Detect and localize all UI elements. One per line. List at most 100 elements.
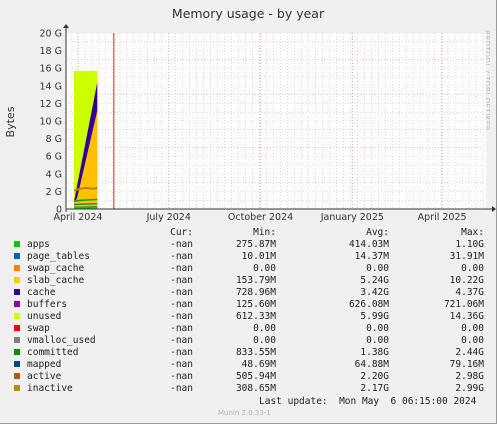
legend-avg-value: 3.42G <box>360 287 389 298</box>
legend-row-buffers: buffers -nan 125.60M 626.08M 721.06M <box>0 299 497 311</box>
legend-header-min: Min: <box>253 227 276 238</box>
legend-min-value: 275.87M <box>235 239 276 250</box>
legend-swatch <box>14 265 20 271</box>
legend-max-value: 1.10G <box>455 239 484 250</box>
legend-row-mapped: mapped -nan 48.69M 64.88M 79.16M <box>0 359 497 371</box>
legend-series-name: unused <box>27 311 62 322</box>
y-tick-label: 16 G <box>40 64 62 75</box>
legend-min-value: 728.96M <box>235 287 276 298</box>
x-tick-label: October 2024 <box>228 212 293 223</box>
x-tick-label: January 2025 <box>320 212 384 223</box>
y-tick-label: 8 G <box>46 134 62 145</box>
legend-avg-value: 2.20G <box>360 371 389 382</box>
legend-series-name: slab_cache <box>27 275 85 286</box>
legend-header-row: Cur: Min: Avg: Max: <box>0 227 497 239</box>
legend-cur-value: -nan <box>170 371 193 382</box>
legend-series-name: vmalloc_used <box>27 335 96 346</box>
legend-min-value: 612.33M <box>235 311 276 322</box>
legend-swatch <box>14 289 20 295</box>
legend-swatch <box>14 277 20 283</box>
y-tick-label: 2 G <box>46 187 62 198</box>
legend-max-value: 14.36G <box>449 311 484 322</box>
y-tick-label: 20 G <box>40 29 62 40</box>
y-axis-label: Bytes <box>4 106 17 137</box>
last-update-text: Last update: Mon May 6 06:15:00 2024 <box>259 396 477 407</box>
legend-series-name: apps <box>27 239 50 250</box>
legend-max-value: 2.99G <box>455 383 484 394</box>
legend-swatch <box>14 373 20 379</box>
legend-swatch <box>14 253 20 259</box>
legend-cur-value: -nan <box>170 323 193 334</box>
legend-min-value: 0.00 <box>253 335 276 346</box>
legend-avg-value: 64.88M <box>354 359 389 370</box>
legend-row-unused: unused -nan 612.33M 5.99G 14.36G <box>0 311 497 323</box>
x-tick-labels: April 2024 July 2024 October 2024 January 2… <box>54 212 467 223</box>
legend-header-avg: Avg: <box>366 227 389 238</box>
legend-header-max: Max: <box>461 227 484 238</box>
legend-swatch <box>14 361 20 367</box>
legend-row-active: active -nan 505.94M 2.20G 2.98G <box>0 371 497 383</box>
legend-table: Cur: Min: Avg: Max: apps -nan 275.87M 414.0… <box>0 227 497 397</box>
x-axis-arrow <box>492 206 496 212</box>
legend-row-inactive: inactive -nan 308.65M 2.17G 2.99G <box>0 383 497 395</box>
legend-cur-value: -nan <box>170 383 193 394</box>
legend-row-vmalloc_used: vmalloc_used -nan 0.00 0.00 0.00 <box>0 335 497 347</box>
munin-version-text: Munin 2.0.33-1 <box>218 409 271 417</box>
legend-cur-value: -nan <box>170 263 193 274</box>
legend-row-swap: swap -nan 0.00 0.00 0.00 <box>0 323 497 335</box>
legend-row-slab_cache: slab_cache -nan 153.79M 5.24G 10.22G <box>0 275 497 287</box>
legend-cur-value: -nan <box>170 335 193 346</box>
legend-avg-value: 14.37M <box>354 251 389 262</box>
legend-row-apps: apps -nan 275.87M 414.03M 1.10G <box>0 239 497 251</box>
x-tick-label: April 2024 <box>54 212 103 223</box>
legend-series-name: committed <box>27 347 79 358</box>
legend-avg-value: 626.08M <box>348 299 389 310</box>
x-tick-label: April 2025 <box>418 212 467 223</box>
y-tick-label: 6 G <box>46 152 62 163</box>
legend-series-name: inactive <box>27 383 73 394</box>
y-tick-labels: 02 G4 G6 G8 G10 G12 G14 G16 G18 G20 G <box>40 29 62 216</box>
legend-swatch <box>14 241 20 247</box>
legend-row-cache: cache -nan 728.96M 3.42G 4.37G <box>0 287 497 299</box>
legend-cur-value: -nan <box>170 287 193 298</box>
legend-min-value: 10.01M <box>241 251 276 262</box>
legend-max-value: 0.00 <box>461 335 484 346</box>
legend-max-value: 2.44G <box>455 347 484 358</box>
legend-swatch <box>14 325 20 331</box>
legend-avg-value: 0.00 <box>366 323 389 334</box>
legend-max-value: 31.91M <box>449 251 484 262</box>
legend-min-value: 833.55M <box>235 347 276 358</box>
legend-cur-value: -nan <box>170 275 193 286</box>
legend-min-value: 0.00 <box>253 323 276 334</box>
legend-min-value: 48.69M <box>241 359 276 370</box>
legend-min-value: 308.65M <box>235 383 276 394</box>
x-tick-label: July 2024 <box>146 212 191 223</box>
legend-cur-value: -nan <box>170 359 193 370</box>
legend-series-name: buffers <box>27 299 68 310</box>
legend-cur-value: -nan <box>170 251 193 262</box>
legend-series-name: cache <box>27 287 56 298</box>
legend-series-name: page_tables <box>27 251 90 262</box>
legend-row-page_tables: page_tables -nan 10.01M 14.37M 31.91M <box>0 251 497 263</box>
legend-swatch <box>14 337 20 343</box>
chart-title: Memory usage - by year <box>172 6 325 21</box>
y-tick-label: 10 G <box>40 117 62 128</box>
y-tick-label: 4 G <box>46 169 62 180</box>
legend-avg-value: 0.00 <box>366 335 389 346</box>
y-tick-label: 18 G <box>40 46 62 57</box>
legend-min-value: 0.00 <box>253 263 276 274</box>
legend-max-value: 2.98G <box>455 371 484 382</box>
legend-avg-value: 2.17G <box>360 383 389 394</box>
legend-min-value: 153.79M <box>235 275 276 286</box>
legend-swatch <box>14 313 20 319</box>
grid-lines <box>66 32 486 210</box>
legend-avg-value: 5.24G <box>360 275 389 286</box>
legend-max-value: 0.00 <box>461 263 484 274</box>
legend-series-name: mapped <box>27 359 62 370</box>
legend-row-swap_cache: swap_cache -nan 0.00 0.00 0.00 <box>0 263 497 275</box>
legend-swatch <box>14 301 20 307</box>
legend-min-value: 125.60M <box>235 299 276 310</box>
legend-cur-value: -nan <box>170 239 193 250</box>
legend-max-value: 4.37G <box>455 287 484 298</box>
legend-swatch <box>14 385 20 391</box>
